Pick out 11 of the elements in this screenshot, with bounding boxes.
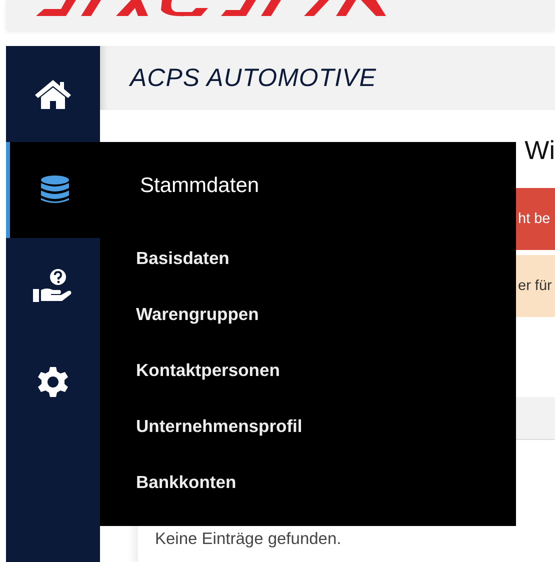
menu-item[interactable]: Bankkonten	[136, 472, 236, 492]
empty-message: Keine Einträge gefunden.	[155, 530, 342, 548]
hand-question-icon	[33, 268, 73, 304]
sidebar-item[interactable]	[6, 142, 100, 238]
database-icon	[40, 175, 70, 205]
brand-title: ACPS AUTOMOTIVE	[130, 64, 376, 92]
menu-item[interactable]: Kontaktpersonen	[136, 360, 280, 380]
page-heading: Wi	[524, 134, 555, 166]
home-icon	[34, 78, 72, 110]
settings-icon	[37, 366, 69, 398]
menu-item[interactable]: Unternehmensprofil	[136, 416, 302, 436]
